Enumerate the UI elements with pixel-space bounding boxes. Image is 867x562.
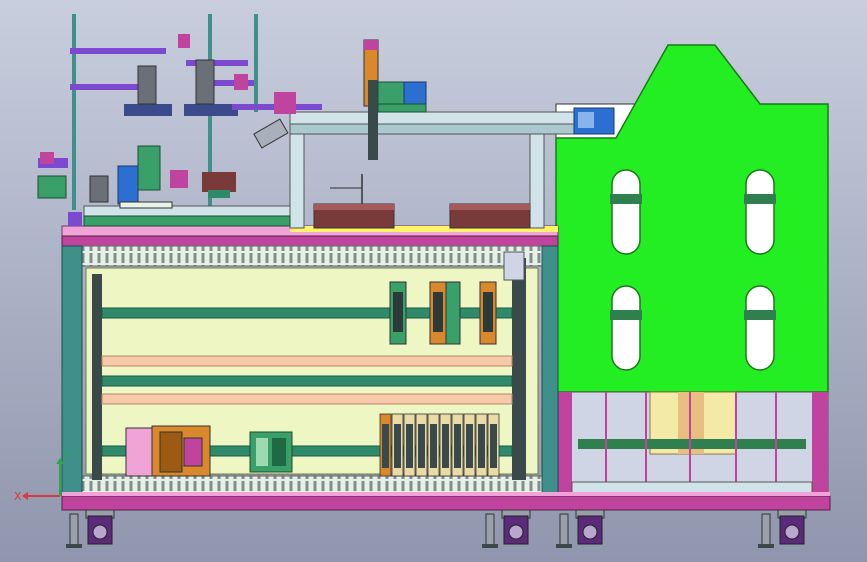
rail-module: [463, 413, 476, 477]
power-supply: [249, 431, 293, 473]
rail-module: [379, 413, 392, 477]
rail-module: [487, 413, 500, 477]
machine-drawing: X Y: [0, 0, 867, 562]
caster-wheel: [482, 509, 531, 548]
right-lower-frame: [555, 391, 829, 498]
caster-wheel: [758, 509, 807, 548]
axis-y-label: Y: [63, 448, 71, 461]
rail-module: [391, 413, 404, 477]
cad-viewport[interactable]: X Y: [0, 0, 867, 562]
caster-wheel: [556, 509, 605, 548]
rail-module: [429, 281, 461, 345]
cover-slot: [744, 285, 776, 371]
rail-module: [389, 281, 407, 345]
rail-module: [439, 413, 452, 477]
axis-x-label: X: [14, 490, 22, 503]
rail-module: [451, 413, 464, 477]
base-beam: [61, 492, 831, 511]
rail-module: [427, 413, 440, 477]
cover-slot: [610, 169, 642, 255]
cover-slot: [610, 285, 642, 371]
cover-slot: [744, 169, 776, 255]
plc-unit: [125, 425, 211, 477]
rail-module: [403, 413, 416, 477]
rail-module: [479, 281, 497, 345]
caster-wheel: [66, 509, 115, 548]
rail-module: [475, 413, 488, 477]
top-rail-modules: [389, 281, 497, 345]
rail-module: [415, 413, 428, 477]
